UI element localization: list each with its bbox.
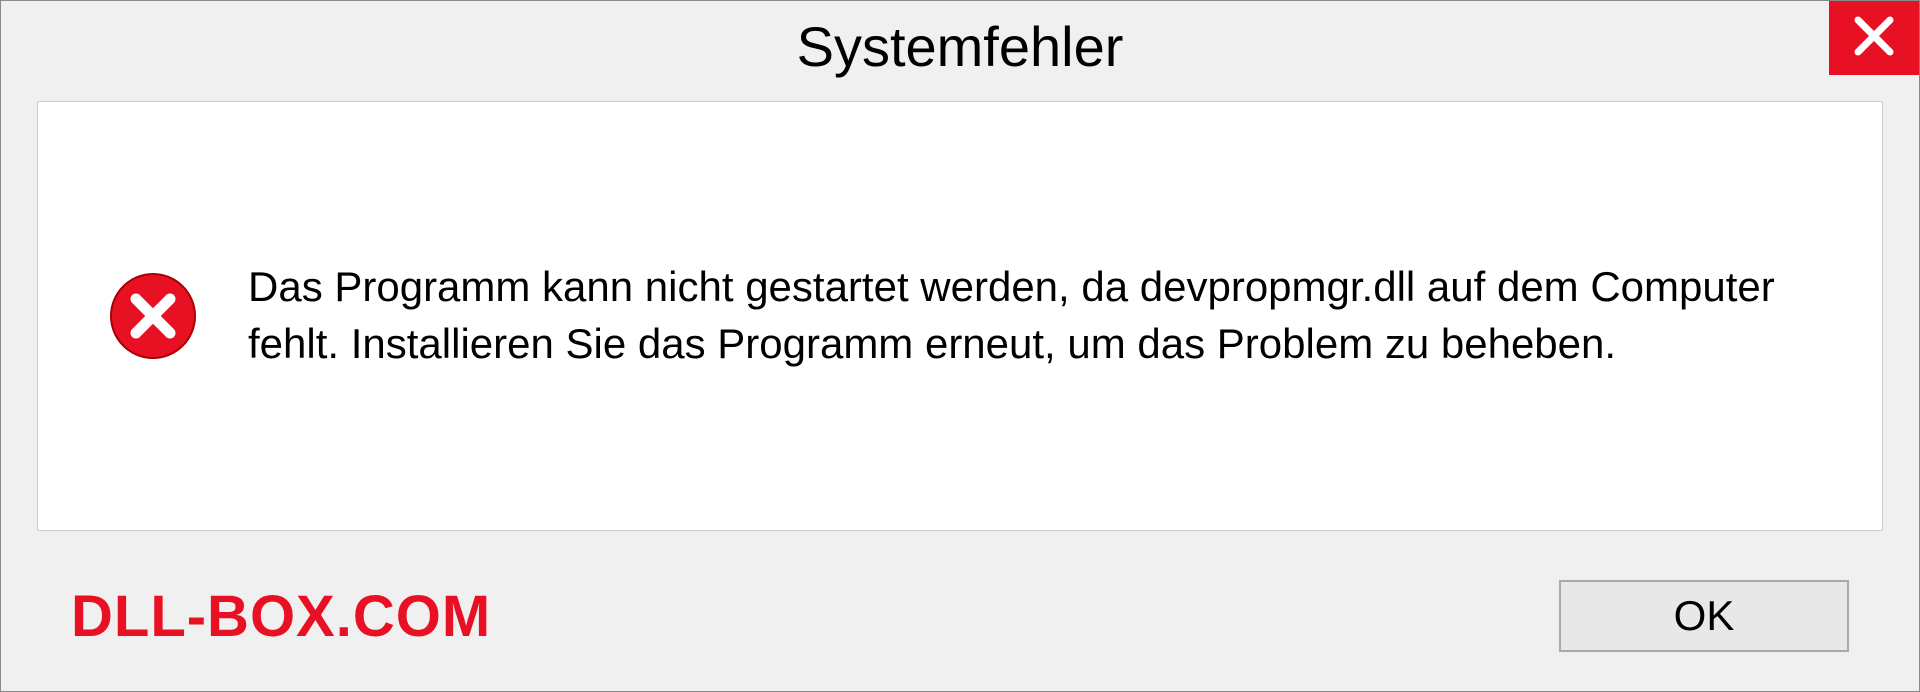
close-button[interactable]: [1829, 1, 1919, 75]
titlebar: Systemfehler: [1, 1, 1919, 91]
dialog-footer: DLL-BOX.COM OK: [1, 561, 1919, 691]
close-icon: [1852, 14, 1896, 63]
watermark-text: DLL-BOX.COM: [71, 583, 491, 650]
error-message: Das Programm kann nicht gestartet werden…: [248, 259, 1832, 372]
ok-button[interactable]: OK: [1559, 580, 1849, 652]
content-area: Das Programm kann nicht gestartet werden…: [37, 101, 1883, 531]
error-dialog: Systemfehler Das Programm kann nicht ges…: [0, 0, 1920, 692]
error-icon: [108, 271, 198, 361]
dialog-title: Systemfehler: [797, 14, 1124, 79]
